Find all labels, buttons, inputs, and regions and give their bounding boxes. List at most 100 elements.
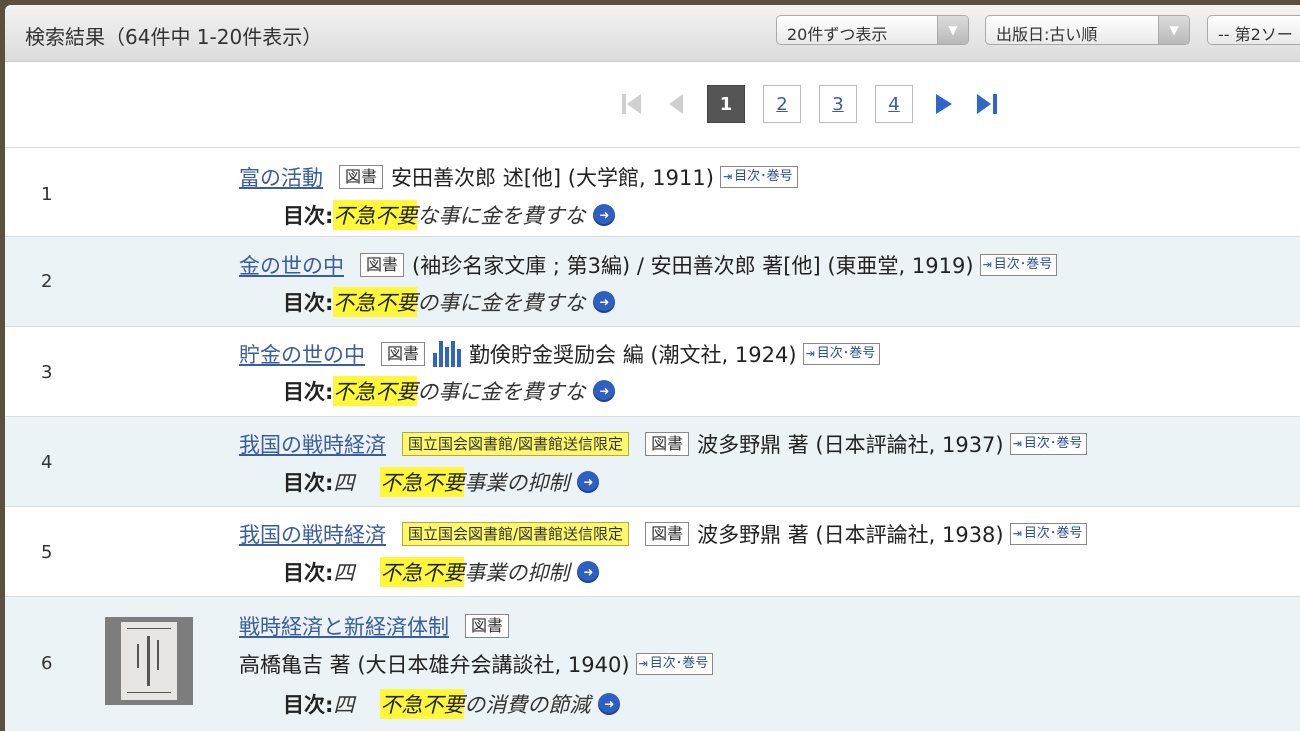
toc-arrow-icon: ⇥ [982,258,992,271]
pagination: 1 2 3 4 [610,82,1010,126]
book-cover-thumbnail[interactable] [105,617,193,705]
result-toc-line: 目次: 不急不要 の事に金を費すな ➜ [283,287,616,317]
result-number: 1 [41,184,53,205]
result-toc-line: 目次: 四 不急不要 事業の抑制 ➜ [283,467,600,497]
arrow-right-circle-icon[interactable]: ➜ [593,380,616,402]
result-number: 6 [41,653,53,674]
result-row: 4 我国の戦時経済 国立国会図書館/図書館送信限定 図書 波多野鼎 著 (日本評… [5,417,1300,507]
results-header: 検索結果（64件中 1-20件表示） 20件ずつ表示 ▼ 出版日:古い順 ▼ -… [5,5,1300,62]
result-line-meta: 高橋亀吉 著 (大日本雄弁会講談社, 1940) ⇥ 目次･巻号 [239,649,714,679]
result-meta: 高橋亀吉 著 (大日本雄弁会講談社, 1940) [239,653,630,677]
material-type-badge: 図書 [360,253,405,277]
toc-arrow-icon: ⇥ [805,347,815,360]
next-page-icon[interactable] [922,84,966,124]
per-page-value: 20件ずつ表示 [787,25,888,44]
toc-text: 事業の抑制 [464,561,570,585]
result-number: 2 [41,271,53,292]
toc-badge-label: 目次･巻号 [1023,436,1083,451]
toc-highlight: 不急不要 [380,689,465,719]
toc-badge-label: 目次･巻号 [734,169,793,184]
toc-label: 目次: [283,204,334,228]
last-page-icon[interactable] [966,84,1010,124]
result-number: 5 [41,542,53,563]
result-title-link[interactable]: 富の活動 [239,162,323,192]
toc-volume-badge[interactable]: ⇥ 目次･巻号 [1009,433,1088,455]
toc-volume-badge[interactable]: ⇥ 目次･巻号 [719,166,798,188]
toc-text: の事に金を費すな [417,291,586,315]
toc-text: の事に金を費すな [417,380,586,404]
toc-label: 目次: [283,380,334,404]
toc-volume-badge[interactable]: ⇥ 目次･巻号 [1009,523,1088,545]
page-1-current: 1 [707,85,745,123]
toc-label: 目次: [283,291,334,315]
toc-text: な事に金を費すな [417,204,586,228]
toc-prefix: 四 [333,471,355,495]
toc-highlight: 不急不要 [333,287,418,317]
toc-arrow-icon: ⇥ [1012,527,1022,540]
toc-arrow-icon: ⇥ [638,657,648,670]
page-2-link[interactable]: 2 [763,85,801,123]
toc-volume-badge[interactable]: ⇥ 目次･巻号 [635,653,714,675]
second-sort-select[interactable]: -- 第2ソー [1207,15,1300,45]
result-row: 5 我国の戦時経済 国立国会図書館/図書館送信限定 図書 波多野鼎 著 (日本評… [5,507,1300,597]
result-title-link[interactable]: 我国の戦時経済 [239,519,386,549]
result-title-link[interactable]: 戦時経済と新経済体制 [239,611,449,641]
toc-label: 目次: [283,693,334,717]
result-line-title: 我国の戦時経済 国立国会図書館/図書館送信限定 図書 波多野鼎 著 (日本評論社… [239,429,1088,459]
result-row: 1 富の活動 図書 安田善次郎 述[他] (大学館, 1911) ⇥ 目次･巻号 … [5,148,1300,237]
results-list: 1 富の活動 図書 安田善次郎 述[他] (大学館, 1911) ⇥ 目次･巻号 … [5,147,1300,731]
toc-label: 目次: [283,471,334,495]
search-results-panel: 検索結果（64件中 1-20件表示） 20件ずつ表示 ▼ 出版日:古い順 ▼ -… [5,5,1300,731]
toc-badge-label: 目次･巻号 [816,346,876,361]
result-toc-line: 目次: 四 不急不要 事業の抑制 ➜ [283,557,600,587]
arrow-right-circle-icon[interactable]: ➜ [598,693,621,715]
first-page-icon [610,84,654,124]
material-type-badge: 図書 [645,522,690,546]
result-title-link[interactable]: 貯金の世の中 [239,339,365,369]
toc-highlight: 不急不要 [380,557,465,587]
page-4-link[interactable]: 4 [875,85,913,123]
per-page-select[interactable]: 20件ずつ表示 ▼ [776,15,969,45]
material-type-badge: 図書 [465,614,510,638]
arrow-right-circle-icon[interactable]: ➜ [593,204,616,226]
chevron-down-icon: ▼ [1158,16,1189,44]
result-row: 3 貯金の世の中 図書 勤倹貯金奨励会 編 (潮文社, 1924) ⇥ 目次･巻号… [5,327,1300,417]
results-count-title: 検索結果（64件中 1-20件表示） [25,25,323,49]
prev-page-icon [654,84,698,124]
toc-arrow-icon: ⇥ [722,170,733,183]
toc-volume-badge[interactable]: ⇥ 目次･巻号 [802,343,881,365]
result-meta: 安田善次郎 述[他] (大学館, 1911) [391,166,714,190]
second-sort-value: -- 第2ソー [1218,25,1293,44]
result-meta: 波多野鼎 著 (日本評論社, 1937) [697,433,1004,457]
result-row: 6 戦時経済と新経済体制 図書 高橋亀吉 著 (大日本雄弁会講談社, 1940)… [5,597,1300,731]
toc-arrow-icon: ⇥ [1012,437,1022,450]
toc-label: 目次: [283,561,334,585]
sort-order-select[interactable]: 出版日:古い順 ▼ [985,15,1190,45]
access-restriction-badge: 国立国会図書館/図書館送信限定 [402,432,630,456]
material-type-badge: 図書 [645,432,690,456]
material-type-badge: 図書 [381,342,426,366]
toc-text: の消費の節減 [464,693,591,717]
result-line-title: 我国の戦時経済 国立国会図書館/図書館送信限定 図書 波多野鼎 著 (日本評論社… [239,519,1088,549]
arrow-right-circle-icon[interactable]: ➜ [593,291,616,313]
arrow-right-circle-icon[interactable]: ➜ [577,471,600,493]
toc-highlight: 不急不要 [380,467,465,497]
result-meta: (袖珍名家文庫 ; 第3編) / 安田善次郎 著[他] (東亜堂, 1919) [412,254,974,278]
ndl-digital-logo-icon [433,341,463,367]
access-restriction-badge: 国立国会図書館/図書館送信限定 [402,522,630,546]
toc-text: 事業の抑制 [464,471,570,495]
toc-highlight: 不急不要 [333,200,418,230]
result-title-link[interactable]: 金の世の中 [239,250,344,280]
book-cover-image [121,622,177,700]
toc-badge-label: 目次･巻号 [1023,526,1083,541]
toc-volume-badge[interactable]: ⇥ 目次･巻号 [979,254,1058,276]
result-line-title: 貯金の世の中 図書 勤倹貯金奨励会 編 (潮文社, 1924) ⇥ 目次･巻号 [239,339,881,369]
result-title-link[interactable]: 我国の戦時経済 [239,429,386,459]
page-3-link[interactable]: 3 [819,85,857,123]
toc-prefix: 四 [333,561,355,585]
material-type-badge: 図書 [339,165,384,189]
arrow-right-circle-icon[interactable]: ➜ [577,561,600,583]
chevron-down-icon: ▼ [937,16,968,44]
result-number: 3 [41,362,53,383]
result-number: 4 [41,452,53,473]
